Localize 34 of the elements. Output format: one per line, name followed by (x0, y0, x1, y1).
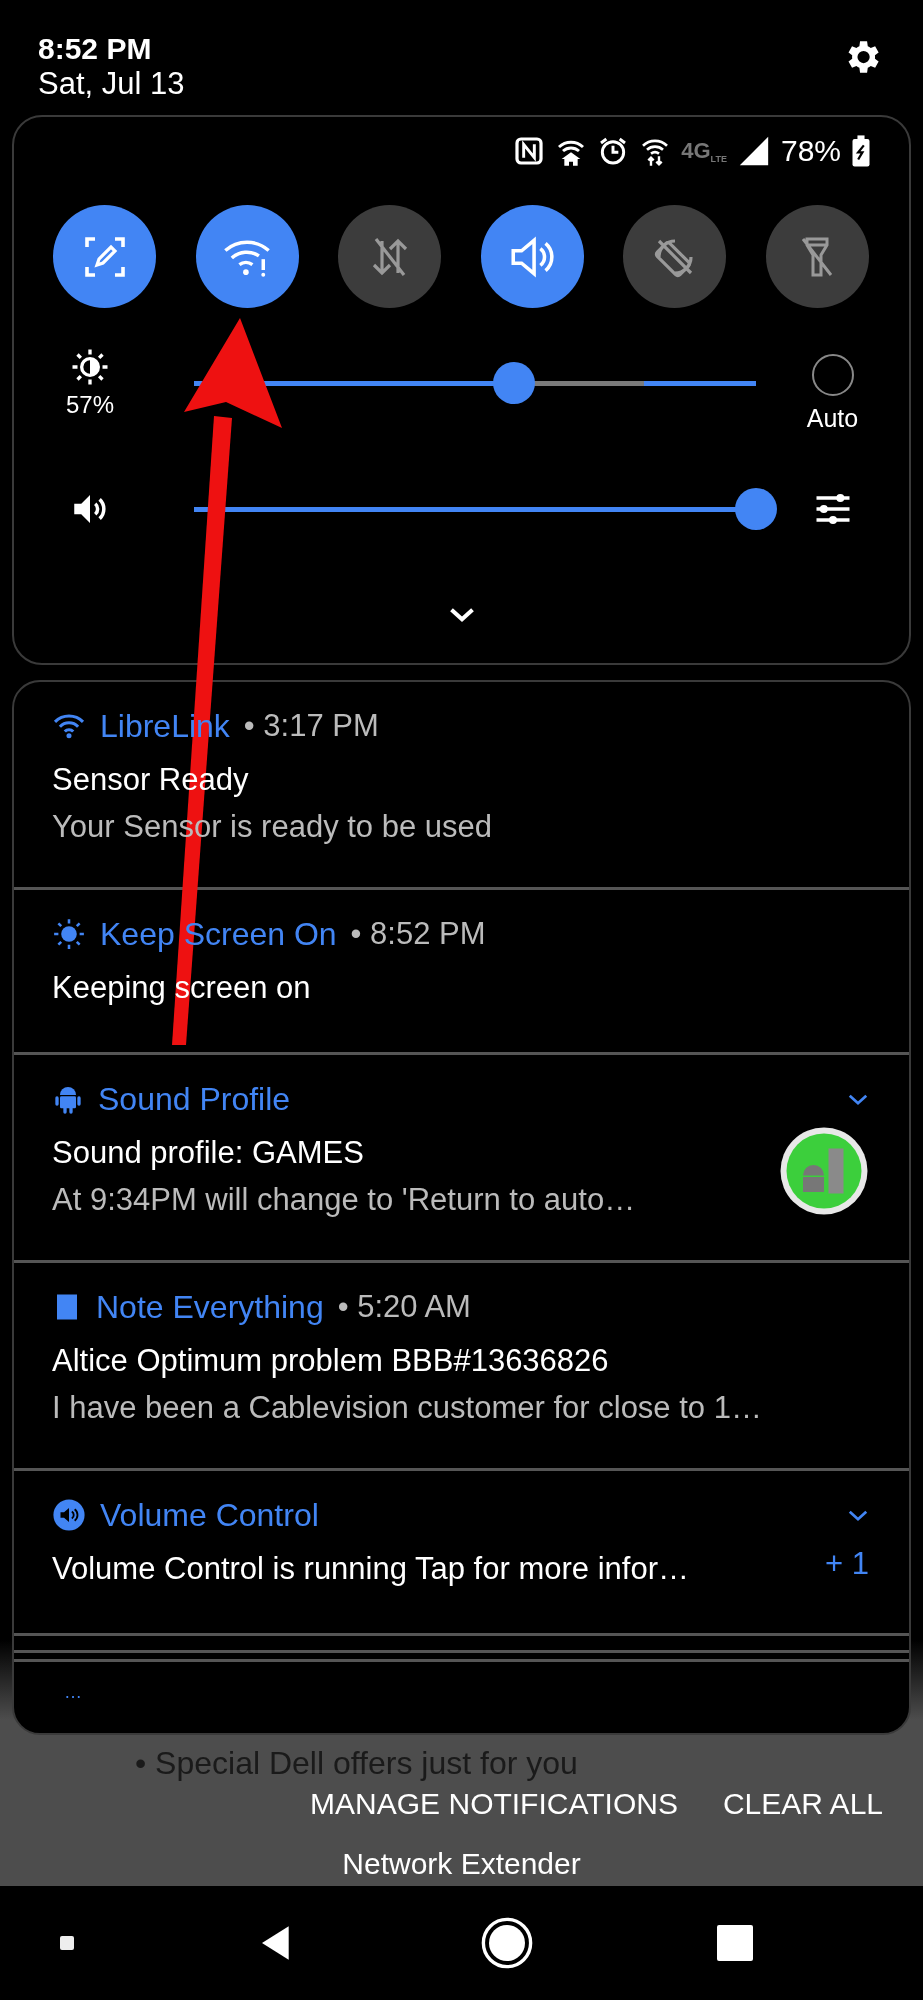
notification-time: • 3:17 PM (243, 708, 379, 744)
battery-percent: 78% (780, 134, 841, 168)
notification-title: Altice Optimum problem BBB#13636826 (52, 1342, 610, 1380)
nfc-icon (513, 135, 546, 167)
battery-charging-icon (851, 134, 871, 168)
auto-brightness-toggle[interactable]: Auto (806, 353, 859, 433)
wifi-icon (52, 712, 86, 740)
notification-title: Sound profile: GAMES (52, 1134, 365, 1172)
date-text: Sat, Jul 13 (38, 66, 185, 102)
notification-action-button[interactable]: MANAGE NOTIFICATIONS (310, 1783, 678, 1825)
notification[interactable]: Volume Control Volume Control is running Tap for more infor… + 1 (14, 1471, 909, 1636)
brightness-icon (70, 347, 110, 387)
notification-text: At 9:34PM will change to 'Return to auto… (52, 1181, 637, 1219)
clock-time: 8:52 PM (38, 32, 153, 66)
more-notifications-ellipsis[interactable]: … (64, 1682, 82, 1702)
notification-action-button[interactable]: CLEAR ALL (722, 1783, 883, 1825)
notification-text: I have been a Cablevision customer for close to 1… (52, 1389, 763, 1427)
notification-time: • 8:52 PM (350, 916, 486, 952)
app-name: Note Everything (96, 1288, 324, 1326)
app-name: Sound Profile (98, 1080, 291, 1118)
home-icon[interactable] (480, 1916, 534, 1970)
slider-thumb[interactable] (735, 488, 777, 530)
expand-chevron-icon[interactable] (447, 606, 476, 623)
volume-icon (52, 1498, 86, 1532)
sun-icon (52, 917, 86, 951)
notification-count: + 1 (825, 1546, 869, 1582)
brightness-percent: 57% (65, 391, 114, 419)
notification[interactable]: Sound Profile Sound profile: GAMES At 9:34PM will change to 'Return to auto… (14, 1055, 909, 1263)
notification[interactable]: Note Everything • 5:20 AM Altice Optimum problem BBB#13636826 I have been a Cablevision customer for close to 1… (14, 1263, 909, 1471)
slider-thumb[interactable] (493, 362, 536, 404)
network-label: Network Extender (342, 1847, 581, 1881)
notification-title: Volume Control is running Tap for more infor… (52, 1550, 690, 1588)
app-name: Volume Control (100, 1496, 319, 1534)
notification-time: • 5:20 AM (337, 1289, 471, 1325)
